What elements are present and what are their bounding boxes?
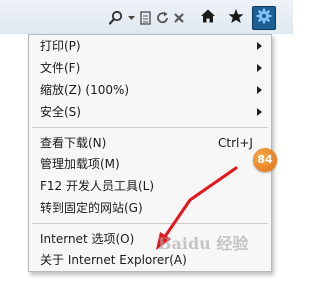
watermark-text: Baidu 经验 (158, 234, 249, 253)
annotation-arrow (156, 166, 238, 250)
